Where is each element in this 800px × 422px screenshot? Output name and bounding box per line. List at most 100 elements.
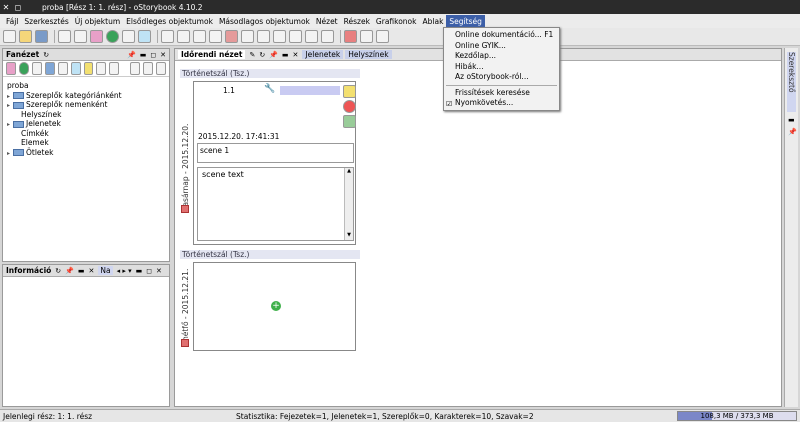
tree-item-locations[interactable]: Helyszínek [7, 110, 169, 120]
table-scenes-icon[interactable] [193, 30, 206, 43]
menu-window[interactable]: Ablak [420, 15, 447, 28]
collapse-all-icon[interactable] [143, 62, 154, 75]
new-file-icon[interactable] [3, 30, 16, 43]
filter-ball-icon[interactable] [57, 62, 68, 75]
ball-icon[interactable] [122, 30, 135, 43]
scene-text-area[interactable]: scene text ▲ ▼ [197, 167, 354, 241]
menu-about[interactable]: Az oStorybook-ról... [444, 72, 559, 83]
refresh-icon[interactable]: ↻ [55, 267, 61, 275]
filter-memo-icon[interactable] [96, 62, 107, 75]
delete-scene-icon[interactable] [343, 100, 356, 113]
edit-scene-icon[interactable] [343, 85, 356, 98]
menu-online-docs[interactable]: Online dokumentáció... F1 [444, 30, 559, 41]
filter-globe-icon[interactable] [18, 62, 29, 75]
options-icon[interactable]: ✎ [249, 51, 255, 59]
save-icon[interactable] [35, 30, 48, 43]
refresh-icon[interactable]: ↻ [43, 51, 49, 59]
filter-scene-icon[interactable] [31, 62, 42, 75]
menu-file[interactable]: Fájl [3, 15, 21, 28]
tree-options-icon[interactable] [156, 62, 167, 75]
menu-help[interactable]: Segítség [446, 14, 485, 28]
menu-edit[interactable]: Szerkesztés [21, 15, 71, 28]
menu-homepage[interactable]: Kezdőlap... [444, 51, 559, 62]
scroll-up-icon[interactable]: ▲ [345, 168, 353, 176]
menu-new-object[interactable]: Új objektum [72, 15, 123, 28]
editor-sidebar-tab[interactable]: Szereksztő [787, 52, 796, 112]
wrench-icon[interactable]: 🔧 [264, 84, 275, 94]
table-balls-icon[interactable] [273, 30, 286, 43]
table-persons-icon[interactable] [161, 30, 174, 43]
close-icon[interactable]: ✕ [160, 51, 166, 59]
table-icon[interactable] [209, 30, 222, 43]
info-tab[interactable]: Na [98, 266, 113, 275]
add-scene-icon[interactable]: + [271, 301, 281, 311]
close-icon[interactable]: ✕ [156, 267, 162, 275]
scroll-down-icon[interactable]: ▼ [345, 232, 353, 240]
view-icon[interactable] [376, 30, 389, 43]
filter-person-icon[interactable] [6, 62, 16, 75]
filter-grid-icon[interactable] [109, 62, 120, 75]
tag-link-icon[interactable] [321, 30, 334, 43]
menu-primary-objects[interactable]: Elsődleges objektumok [123, 15, 216, 28]
page-icon[interactable] [74, 30, 87, 43]
menu-check-updates[interactable]: Frissítések keresése [444, 88, 559, 99]
table-items-icon[interactable] [241, 30, 254, 43]
menu-view[interactable]: Nézet [313, 15, 341, 28]
pin-icon[interactable]: 📌 [127, 51, 136, 59]
calendar-icon[interactable] [344, 30, 357, 43]
pin-icon[interactable]: 📌 [269, 51, 278, 59]
person-icon[interactable] [90, 30, 103, 43]
minimize-icon[interactable]: ▬ [282, 51, 289, 59]
tree-item-persons-by-category[interactable]: ▸ Szereplők kategóriánként [7, 91, 169, 101]
table-colors-icon[interactable] [225, 30, 238, 43]
menu-secondary-objects[interactable]: Másodlagos objektumok [216, 15, 313, 28]
filter-location-icon[interactable] [44, 62, 55, 75]
tree-item-tags[interactable]: Címkék [7, 129, 169, 139]
tab-locations[interactable]: Helyszínek [345, 50, 392, 59]
book-icon[interactable] [360, 30, 373, 43]
link-icon[interactable] [289, 30, 302, 43]
minimize-icon[interactable]: ▬ [140, 51, 147, 59]
tree-item-ideas[interactable]: ▸ Ötletek [7, 148, 169, 158]
table-ideas-icon[interactable] [305, 30, 318, 43]
maximize-icon[interactable]: ◻ [146, 267, 152, 275]
tree-item-items[interactable]: Elemek [7, 138, 169, 148]
pin-icon[interactable]: 📌 [788, 128, 797, 136]
checkbox-checked-icon[interactable]: ☑ [446, 99, 452, 110]
tab-nav-icon[interactable]: ◂ ▸ ▾ [117, 267, 132, 275]
scene-title-field[interactable]: scene 1 [197, 143, 354, 163]
tree-item-scenes[interactable]: ▸ Jelenetek [7, 119, 169, 129]
pin-icon[interactable]: 📌 [65, 267, 74, 275]
new-scene-icon[interactable] [343, 115, 356, 128]
tree-item-persons-by-gender[interactable]: ▸ Szereplők nemenként [7, 100, 169, 110]
refresh-icon[interactable]: ↻ [259, 51, 265, 59]
empty-scene-card[interactable]: + [193, 262, 356, 351]
scene-card[interactable]: 1.1 🔧 2015.12.20. 17:41:31 scene 1 scene… [193, 81, 356, 245]
open-folder-icon[interactable] [19, 30, 32, 43]
filter-idea-icon[interactable] [83, 62, 94, 75]
document-icon[interactable] [58, 30, 71, 43]
menu-parts[interactable]: Részek [341, 15, 373, 28]
globe-icon[interactable] [106, 30, 119, 43]
filter-tag-icon[interactable] [70, 62, 81, 75]
restore-window-icon[interactable]: ◻ [12, 3, 24, 12]
close-icon[interactable]: ✕ [89, 267, 95, 275]
menu-online-faq[interactable]: Online GYIK... [444, 41, 559, 52]
minimize-icon[interactable]: ▬ [78, 267, 85, 275]
close-window-icon[interactable]: ✕ [0, 3, 12, 12]
menu-bugs[interactable]: Hibák... [444, 62, 559, 73]
minimize-icon[interactable]: ▬ [136, 267, 143, 275]
tree-item-root[interactable]: proba [7, 81, 169, 91]
menu-charts[interactable]: Grafikonok [373, 15, 420, 28]
maximize-icon[interactable]: ◻ [150, 51, 156, 59]
close-icon[interactable]: ✕ [293, 51, 299, 59]
tag-icon[interactable] [138, 30, 151, 43]
table-tags-icon[interactable] [257, 30, 270, 43]
pin-icon[interactable]: ▬ [788, 116, 795, 124]
tab-scenes[interactable]: Jelenetek [302, 50, 344, 59]
menu-trace[interactable]: ☑ Nyomkövetés... [444, 98, 559, 109]
table-locations-icon[interactable] [177, 30, 190, 43]
scrollbar[interactable]: ▲ ▼ [344, 168, 353, 240]
expand-all-icon[interactable] [130, 62, 141, 75]
memory-meter[interactable]: 108,3 MB / 373,3 MB [677, 411, 797, 421]
